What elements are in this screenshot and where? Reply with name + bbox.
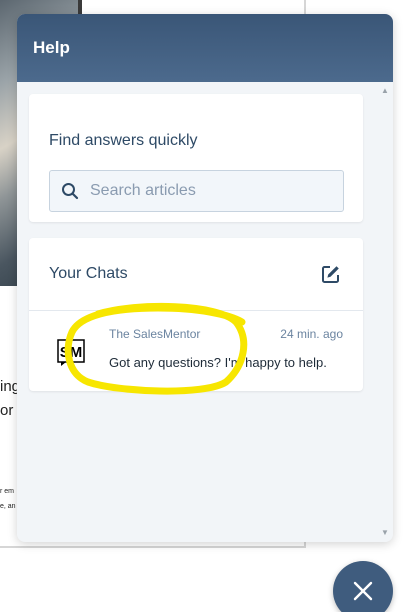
background-text-fragment: ing <box>0 378 18 395</box>
close-widget-button[interactable] <box>333 561 393 612</box>
chats-header: Your Chats <box>29 238 363 311</box>
chat-sender: The SalesMentor <box>109 327 201 341</box>
scrollbar[interactable]: ▲ ▼ <box>377 82 393 542</box>
chat-message-preview: Got any questions? I'm happy to help. <box>109 355 327 370</box>
background-text-fragment: or <box>0 402 14 419</box>
widget-title: Help <box>33 38 70 57</box>
chats-card: Your Chats SM The SalesMentor 24 min. ag… <box>29 238 363 391</box>
new-chat-button[interactable] <box>319 262 343 286</box>
close-icon <box>353 581 373 601</box>
help-widget: Help Find answers quickly Your Chats <box>17 14 393 542</box>
scroll-down-arrow[interactable]: ▼ <box>377 526 393 540</box>
chats-heading: Your Chats <box>49 265 128 282</box>
search-heading: Find answers quickly <box>49 132 198 149</box>
svg-text:SM: SM <box>60 344 83 361</box>
widget-header: Help <box>17 14 393 82</box>
salesmentor-avatar: SM <box>57 339 85 366</box>
chat-timestamp: 24 min. ago <box>280 327 343 341</box>
chat-list-item[interactable]: SM The SalesMentor 24 min. ago Got any q… <box>29 311 363 391</box>
search-box[interactable] <box>49 170 344 212</box>
background-text-fragment: r em <box>0 488 14 495</box>
search-input[interactable] <box>90 172 343 210</box>
background-text-fragment: e, an <box>0 503 16 510</box>
search-card: Find answers quickly <box>29 94 363 222</box>
scroll-up-arrow[interactable]: ▲ <box>377 84 393 98</box>
edit-icon <box>322 266 339 283</box>
search-icon <box>50 171 90 211</box>
